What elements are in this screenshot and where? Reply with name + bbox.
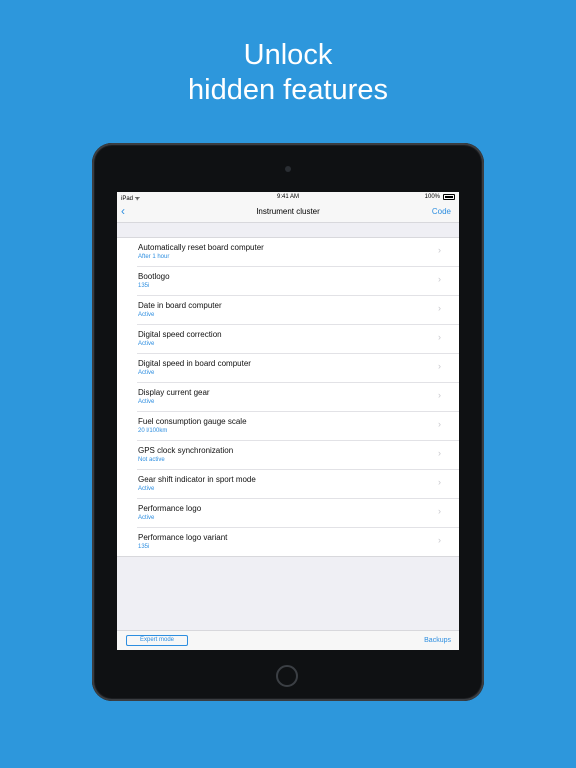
settings-list: Automatically reset board computer After … xyxy=(117,237,459,557)
setting-value: Active xyxy=(138,312,155,318)
setting-title: Gear shift indicator in sport mode xyxy=(138,475,256,484)
setting-value: Active xyxy=(138,370,155,376)
page-title: Instrument cluster xyxy=(256,207,320,216)
setting-value: Not active xyxy=(138,457,165,463)
setting-value: Active xyxy=(138,341,155,347)
navigation-bar: ‹ Instrument cluster Code xyxy=(117,202,459,223)
status-right: 100% xyxy=(425,194,455,200)
chevron-right-icon: › xyxy=(438,332,441,342)
setting-value: 20 l/100km xyxy=(138,428,168,434)
chevron-right-icon: › xyxy=(438,477,441,487)
home-button[interactable] xyxy=(276,665,298,687)
setting-value: Active xyxy=(138,486,155,492)
list-item[interactable]: Digital speed in board computer Active › xyxy=(137,354,459,383)
setting-value: Active xyxy=(138,515,155,521)
list-item[interactable]: Performance logo Active › xyxy=(137,499,459,528)
setting-title: Display current gear xyxy=(138,388,210,397)
app-screen: iPad ᯤ 9:41 AM 100% ‹ Instrument cluster… xyxy=(117,192,459,650)
chevron-right-icon: › xyxy=(438,535,441,545)
list-item[interactable]: Gear shift indicator in sport mode Active… xyxy=(137,470,459,499)
list-item[interactable]: Display current gear Active › xyxy=(137,383,459,412)
list-item[interactable]: Date in board computer Active › xyxy=(137,296,459,325)
setting-value: 135i xyxy=(138,544,150,550)
setting-value: 135i xyxy=(138,283,150,289)
setting-title: Performance logo variant xyxy=(138,533,228,542)
chevron-right-icon: › xyxy=(438,245,441,255)
setting-title: Performance logo xyxy=(138,504,202,513)
promo-headline: Unlock hidden features xyxy=(0,38,576,108)
battery-icon xyxy=(443,194,455,200)
headline-line-1: Unlock xyxy=(243,39,333,71)
chevron-right-icon: › xyxy=(438,506,441,516)
list-item[interactable]: GPS clock synchronization Not active › xyxy=(137,441,459,470)
list-item[interactable]: Automatically reset board computer After … xyxy=(137,238,459,267)
chevron-right-icon: › xyxy=(438,303,441,313)
bottom-toolbar: Expert mode Backups xyxy=(117,630,459,650)
backups-button[interactable]: Backups xyxy=(424,637,451,644)
setting-value: After 1 hour xyxy=(138,254,170,260)
setting-title: Date in board computer xyxy=(138,301,222,310)
setting-title: Digital speed correction xyxy=(138,330,222,339)
setting-title: Bootlogo xyxy=(138,272,170,281)
chevron-right-icon: › xyxy=(438,448,441,458)
status-battery-percent: 100% xyxy=(424,194,440,200)
ipad-device-frame: iPad ᯤ 9:41 AM 100% ‹ Instrument cluster… xyxy=(92,143,484,701)
setting-title: Digital speed in board computer xyxy=(138,359,251,368)
list-item[interactable]: Bootlogo 135i › xyxy=(137,267,459,296)
headline-line-2: hidden features xyxy=(188,74,388,106)
list-item[interactable]: Performance logo variant 135i › xyxy=(137,528,459,556)
chevron-right-icon: › xyxy=(438,390,441,400)
setting-title: Fuel consumption gauge scale xyxy=(138,417,247,426)
chevron-right-icon: › xyxy=(438,274,441,284)
setting-value: Active xyxy=(138,399,155,405)
chevron-right-icon: › xyxy=(438,419,441,429)
list-item[interactable]: Digital speed correction Active › xyxy=(137,325,459,354)
camera-icon xyxy=(285,166,291,172)
chevron-right-icon: › xyxy=(438,361,441,371)
status-bar: iPad ᯤ 9:41 AM 100% xyxy=(117,192,459,202)
setting-title: GPS clock synchronization xyxy=(138,446,234,455)
code-button[interactable]: Code xyxy=(432,207,451,216)
status-time: 9:41 AM xyxy=(276,194,299,200)
list-item[interactable]: Fuel consumption gauge scale 20 l/100km › xyxy=(137,412,459,441)
setting-title: Automatically reset board computer xyxy=(138,243,264,252)
expert-mode-button[interactable]: Expert mode xyxy=(126,635,188,646)
